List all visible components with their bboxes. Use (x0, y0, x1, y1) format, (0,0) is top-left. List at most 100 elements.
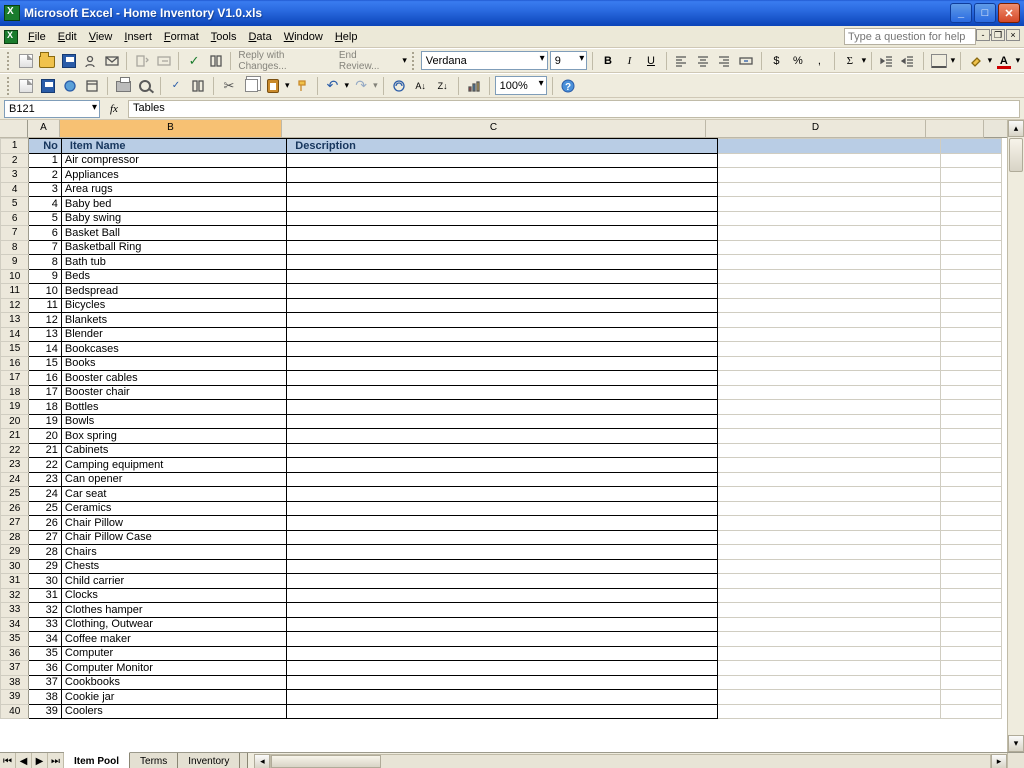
scroll-thumb[interactable] (1009, 138, 1023, 172)
row-header[interactable]: 25 (1, 487, 29, 502)
row-header[interactable]: 4 (1, 182, 29, 197)
close-button[interactable]: ✕ (998, 3, 1020, 23)
cell-item[interactable]: Bedspread (61, 284, 286, 299)
cell-desc[interactable] (287, 472, 717, 487)
row-header[interactable]: 39 (1, 690, 29, 705)
underline-button[interactable]: U (641, 51, 661, 71)
row-header[interactable]: 16 (1, 356, 29, 371)
tab-first-button[interactable]: ⏮ (0, 753, 16, 768)
toolbar-grip-3[interactable] (7, 77, 11, 95)
row-header[interactable]: 22 (1, 443, 29, 458)
print-button[interactable] (113, 76, 133, 96)
cell[interactable] (941, 646, 1002, 661)
cell[interactable] (717, 690, 940, 705)
autosum-dropdown-icon[interactable]: ▾ (862, 55, 867, 66)
cell[interactable] (941, 139, 1002, 154)
review-dropdown-icon[interactable]: ▾ (402, 55, 407, 66)
hscroll-right-button[interactable]: ▸ (991, 754, 1007, 768)
cell-item[interactable]: Clocks (61, 588, 286, 603)
cell-item[interactable]: Can opener (61, 472, 286, 487)
cell-desc[interactable] (287, 559, 717, 574)
save-all-button[interactable] (38, 76, 58, 96)
tab-inventory[interactable]: Inventory (178, 753, 240, 768)
cell-item[interactable]: Chests (61, 559, 286, 574)
col-header-next[interactable] (926, 120, 984, 138)
menu-file[interactable]: File (22, 29, 52, 45)
cell-no[interactable]: 20 (29, 429, 61, 444)
merge-center-button[interactable] (736, 51, 756, 71)
cell[interactable] (941, 371, 1002, 386)
paste-button[interactable] (263, 76, 283, 96)
permission-button[interactable] (80, 51, 100, 71)
cell-item[interactable]: Bookcases (61, 342, 286, 357)
cell-item[interactable]: Cabinets (61, 443, 286, 458)
cell-no[interactable]: 13 (29, 327, 61, 342)
col-header-A[interactable]: A (28, 120, 60, 138)
cell-no[interactable]: 16 (29, 371, 61, 386)
save-button[interactable] (59, 51, 79, 71)
cell-item[interactable]: Blankets (61, 313, 286, 328)
cell[interactable] (717, 139, 940, 154)
cell[interactable] (941, 574, 1002, 589)
doc-restore-button[interactable]: ❐ (991, 29, 1005, 41)
cell-desc[interactable] (287, 617, 717, 632)
cell[interactable] (717, 153, 940, 168)
cell-item[interactable]: Booster chair (61, 385, 286, 400)
cell[interactable] (717, 603, 940, 618)
cell[interactable] (717, 182, 940, 197)
cell-desc[interactable] (287, 255, 717, 270)
cell-no[interactable]: 19 (29, 414, 61, 429)
row-header[interactable]: 3 (1, 168, 29, 183)
cell[interactable] (717, 632, 940, 647)
cell-desc[interactable] (287, 342, 717, 357)
hscroll-left-button[interactable]: ◂ (254, 754, 270, 768)
cell[interactable] (717, 530, 940, 545)
col-header-B[interactable]: B (60, 120, 282, 138)
menu-window[interactable]: Window (278, 29, 329, 45)
cell-desc[interactable] (287, 356, 717, 371)
cell-item[interactable]: Bowls (61, 414, 286, 429)
sort-desc-button[interactable]: Z↓ (433, 76, 453, 96)
cell[interactable] (941, 487, 1002, 502)
cell-item[interactable]: Coolers (61, 704, 286, 719)
cell[interactable] (717, 298, 940, 313)
cell[interactable] (717, 226, 940, 241)
cell-desc[interactable] (287, 429, 717, 444)
currency-button[interactable]: $ (767, 51, 787, 71)
cell-desc[interactable] (287, 501, 717, 516)
print-preview-button[interactable] (135, 76, 155, 96)
borders-button[interactable] (929, 51, 949, 71)
chart-wizard-button[interactable] (464, 76, 484, 96)
row-header[interactable]: 18 (1, 385, 29, 400)
cell[interactable] (941, 429, 1002, 444)
cell-no[interactable]: 31 (29, 588, 61, 603)
hyperlink-button[interactable] (389, 76, 409, 96)
cell-item[interactable]: Camping equipment (61, 458, 286, 473)
menu-insert[interactable]: Insert (118, 29, 158, 45)
cell[interactable] (941, 182, 1002, 197)
row-header[interactable]: 23 (1, 458, 29, 473)
cell[interactable] (941, 588, 1002, 603)
paste-dropdown-icon[interactable]: ▾ (285, 80, 290, 91)
row-header[interactable]: 6 (1, 211, 29, 226)
format-painter-button[interactable] (292, 76, 312, 96)
cell-no[interactable]: 36 (29, 661, 61, 676)
cell[interactable] (941, 443, 1002, 458)
cell-desc[interactable] (287, 458, 717, 473)
row-header[interactable]: 29 (1, 545, 29, 560)
cell[interactable] (717, 414, 940, 429)
font-color-button[interactable]: A (994, 51, 1014, 71)
cell-item[interactable]: Clothing, Outwear (61, 617, 286, 632)
menu-format[interactable]: Format (158, 29, 205, 45)
cell[interactable] (717, 588, 940, 603)
cell-desc[interactable] (287, 588, 717, 603)
italic-button[interactable]: I (620, 51, 640, 71)
row-header[interactable]: 32 (1, 588, 29, 603)
cell-item[interactable]: Baby swing (61, 211, 286, 226)
cell[interactable] (941, 269, 1002, 284)
cell-item[interactable]: Books (61, 356, 286, 371)
cell-desc[interactable] (287, 690, 717, 705)
cell-item[interactable]: Beds (61, 269, 286, 284)
row-header[interactable]: 20 (1, 414, 29, 429)
cell-item[interactable]: Computer (61, 646, 286, 661)
